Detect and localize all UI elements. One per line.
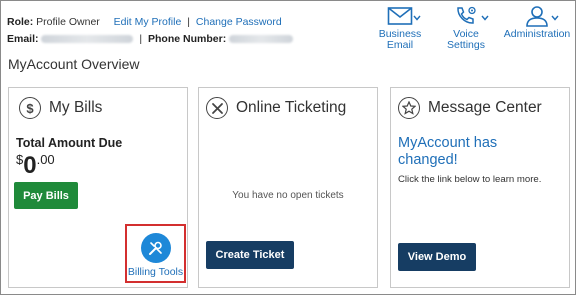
my-bills-title: My Bills bbox=[49, 99, 103, 116]
email-phone-divider: | bbox=[139, 33, 143, 45]
business-email-link[interactable]: Business Email bbox=[375, 5, 425, 51]
voice-settings-label-2: Settings bbox=[447, 39, 485, 51]
voice-settings-link[interactable]: Voice Settings bbox=[441, 5, 491, 51]
header-shortcuts: Business Email Voice Settings Administra… bbox=[375, 5, 575, 57]
link-divider: | bbox=[187, 16, 190, 28]
tools-circle-icon bbox=[206, 97, 228, 119]
wrench-screwdriver-icon bbox=[140, 233, 171, 263]
chevron-down-icon bbox=[481, 15, 489, 21]
account-info: Role: Profile Owner Edit My Profile | Ch… bbox=[7, 14, 294, 48]
total-amount-label: Total Amount Due bbox=[16, 136, 123, 150]
create-ticket-button[interactable]: Create Ticket bbox=[206, 241, 294, 269]
administration-label: Administration bbox=[503, 28, 571, 40]
online-ticketing-card: Online Ticketing You have no open ticket… bbox=[198, 87, 378, 288]
billing-tools-link[interactable]: Billing Tools bbox=[125, 224, 186, 283]
change-password-link[interactable]: Change Password bbox=[196, 16, 282, 28]
envelope-icon bbox=[387, 7, 413, 25]
message-body: Click the link below to learn more. bbox=[398, 174, 542, 185]
email-value-redacted bbox=[41, 35, 134, 44]
message-headline: MyAccount has changed! bbox=[398, 135, 498, 168]
star-circle-icon bbox=[398, 97, 420, 119]
amount-cents: .00 bbox=[36, 152, 55, 167]
billing-tools-label: Billing Tools bbox=[127, 266, 184, 278]
message-center-header: Message Center bbox=[398, 97, 542, 119]
amount-whole: 0 bbox=[23, 152, 37, 179]
view-demo-button[interactable]: View Demo bbox=[398, 243, 476, 271]
message-center-title: Message Center bbox=[428, 99, 542, 116]
role-row: Role: Profile Owner Edit My Profile | Ch… bbox=[7, 14, 293, 31]
phone-label: Phone Number: bbox=[148, 33, 227, 45]
role-value: Profile Owner bbox=[36, 16, 100, 28]
no-tickets-message: You have no open tickets bbox=[232, 190, 344, 201]
email-row: Email: | Phone Number: bbox=[7, 31, 294, 48]
my-bills-card: $ My Bills Total Amount Due $0.00 Pay Bi… bbox=[8, 87, 188, 288]
my-bills-header: $ My Bills bbox=[19, 97, 102, 119]
edit-profile-link[interactable]: Edit My Profile bbox=[114, 16, 182, 28]
phone-value-redacted bbox=[229, 35, 294, 44]
role-label: Role: bbox=[7, 16, 34, 28]
dollar-circle-icon: $ bbox=[19, 97, 41, 119]
message-center-card: Message Center MyAccount has changed! Cl… bbox=[390, 87, 570, 288]
page-title: MyAccount Overview bbox=[8, 56, 140, 72]
ticketing-header: Online Ticketing bbox=[206, 97, 346, 119]
business-email-label-2: Email bbox=[386, 39, 414, 51]
email-label: Email: bbox=[7, 33, 39, 45]
chevron-down-icon bbox=[413, 15, 421, 21]
phone-gear-icon bbox=[457, 6, 476, 24]
chevron-down-icon bbox=[551, 15, 559, 21]
total-amount-value: $0.00 bbox=[16, 152, 55, 180]
administration-link[interactable]: Administration bbox=[499, 5, 575, 40]
user-icon bbox=[526, 6, 548, 27]
ticketing-title: Online Ticketing bbox=[236, 99, 347, 116]
pay-bills-button[interactable]: Pay Bills bbox=[14, 182, 78, 209]
